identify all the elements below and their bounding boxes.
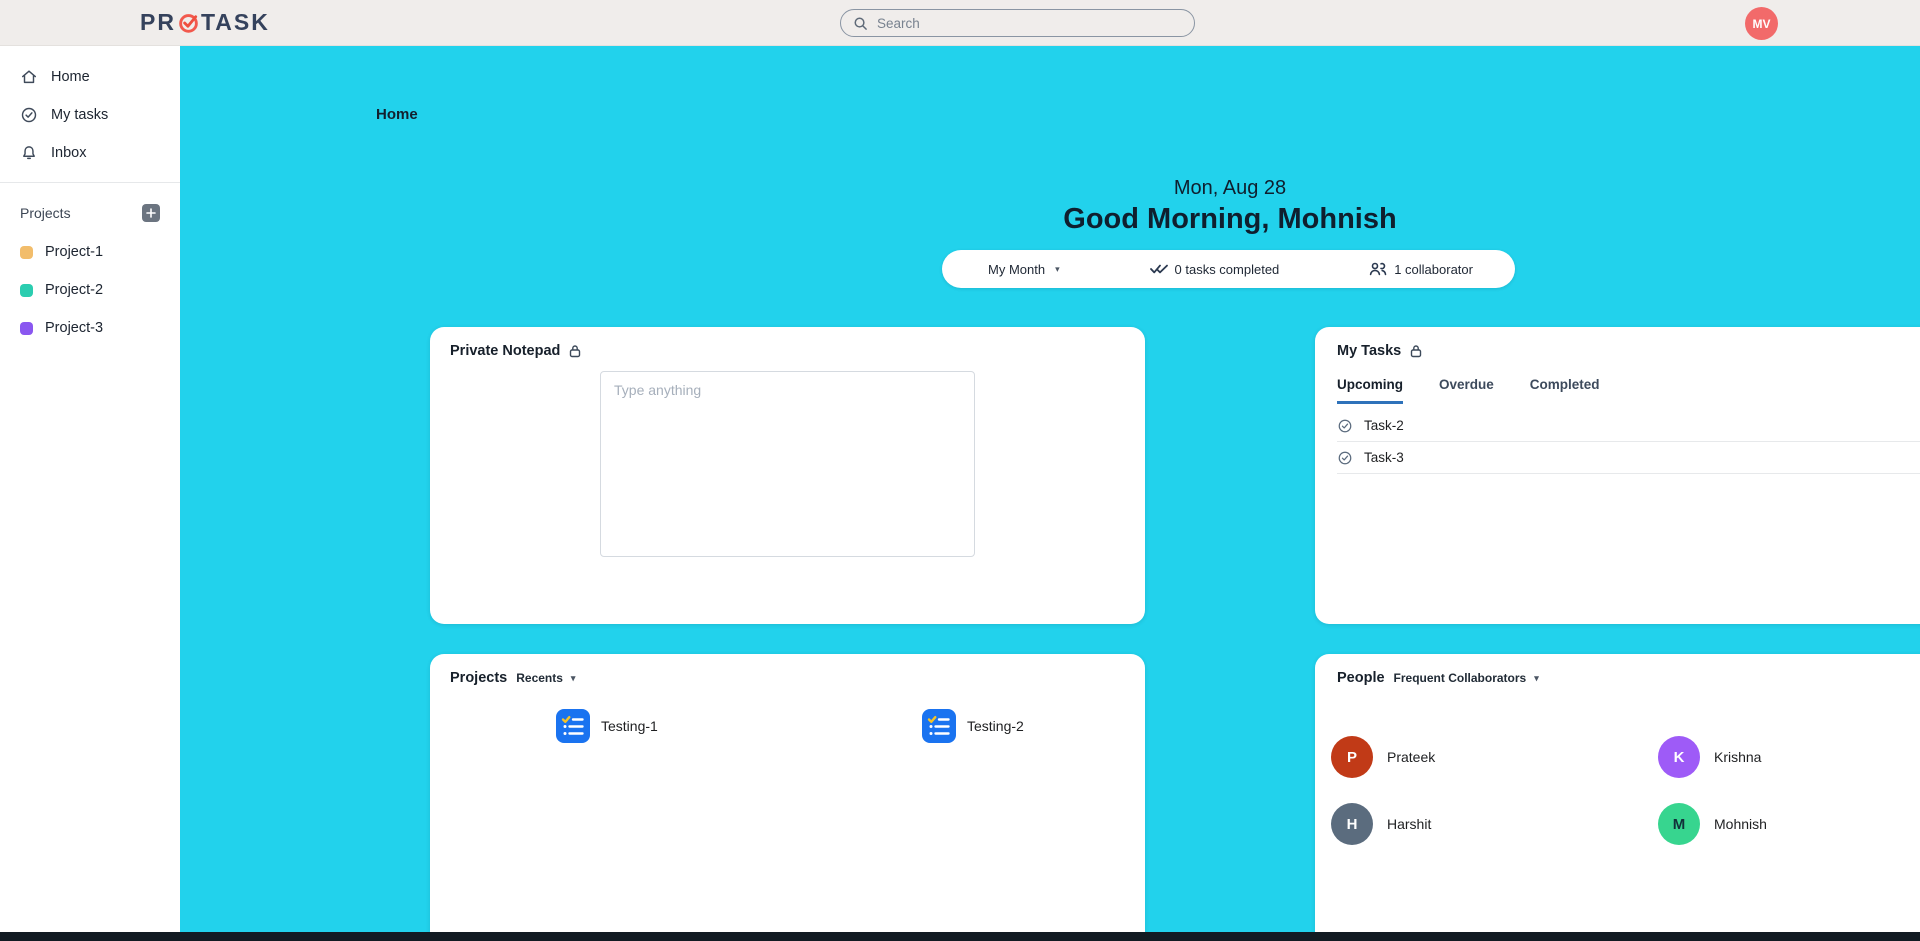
- chevron-down-icon: ▾: [571, 673, 576, 684]
- search-icon: [853, 16, 868, 31]
- sidebar-item-project-1[interactable]: Project-1: [0, 233, 180, 271]
- topbar: PR TASK MV: [0, 0, 1920, 46]
- sidebar-item-my-tasks[interactable]: My tasks: [0, 96, 180, 134]
- period-dropdown[interactable]: My Month ▾: [988, 262, 1060, 277]
- private-notepad-card: Private Notepad: [430, 327, 1145, 624]
- person-avatar: H: [1331, 803, 1373, 845]
- logo-text-post: TASK: [201, 9, 270, 36]
- lock-icon: [1410, 344, 1422, 358]
- home-icon: [20, 68, 38, 86]
- lock-icon: [569, 344, 581, 358]
- people-filter-dropdown[interactable]: Frequent Collaborators ▾: [1394, 671, 1539, 685]
- logo-text-pre: PR: [140, 9, 176, 36]
- person-name: Prateek: [1387, 749, 1435, 765]
- project-color-swatch: [20, 284, 33, 297]
- sidebar: Home My tasks Inbox Projects Project-1 P…: [0, 46, 180, 932]
- status-pill: My Month ▾ 0 tasks completed 1 collabora…: [942, 250, 1515, 288]
- person-name: Harshit: [1387, 816, 1431, 832]
- collaborators-label: 1 collaborator: [1394, 262, 1473, 277]
- chevron-down-icon: ▾: [1534, 673, 1539, 684]
- projects-filter-dropdown[interactable]: Recents ▾: [516, 671, 575, 685]
- add-project-button[interactable]: [142, 204, 160, 222]
- projects-filter-label: Recents: [516, 671, 563, 685]
- project-color-swatch: [20, 322, 33, 335]
- tab-upcoming[interactable]: Upcoming: [1337, 377, 1403, 404]
- sidebar-item-home[interactable]: Home: [0, 58, 180, 96]
- person-prateek[interactable]: P Prateek: [1331, 736, 1435, 778]
- project-tile-testing-1[interactable]: Testing-1: [556, 709, 658, 743]
- person-avatar: P: [1331, 736, 1373, 778]
- my-tasks-card: My Tasks Upcoming Overdue Completed Task…: [1315, 327, 1920, 624]
- person-name: Mohnish: [1714, 816, 1767, 832]
- period-label: My Month: [988, 262, 1045, 277]
- plus-icon: [146, 208, 156, 218]
- project-tile-label: Testing-1: [601, 718, 658, 734]
- my-tasks-tabs: Upcoming Overdue Completed: [1337, 377, 1920, 404]
- project-tile-label: Testing-2: [967, 718, 1024, 734]
- project-label: Project-1: [45, 244, 103, 260]
- person-krishna[interactable]: K Krishna: [1658, 736, 1761, 778]
- task-check-circle-icon: [1337, 418, 1353, 434]
- tab-overdue[interactable]: Overdue: [1439, 377, 1494, 404]
- project-list-icon: [556, 709, 590, 743]
- home-canvas: Home Customize Mon, Aug 28 Good Morning,…: [180, 46, 1920, 932]
- date-heading: Mon, Aug 28: [360, 177, 1920, 200]
- collaborators-icon: [1369, 262, 1387, 276]
- logo-check-circle-icon: [177, 11, 200, 34]
- greeting-heading: Good Morning, Mohnish: [360, 203, 1920, 236]
- double-check-icon: [1150, 263, 1168, 275]
- sidebar-item-label: My tasks: [51, 107, 108, 123]
- projects-header-label: Projects: [20, 205, 71, 221]
- sidebar-item-inbox[interactable]: Inbox: [0, 134, 180, 172]
- task-list: Task-2 Task-3: [1337, 410, 1920, 474]
- projects-widget-title: Projects: [450, 670, 507, 686]
- tasks-completed-stat[interactable]: 0 tasks completed: [1150, 262, 1280, 277]
- project-tile-testing-2[interactable]: Testing-2: [922, 709, 1024, 743]
- person-mohnish[interactable]: M Mohnish: [1658, 803, 1767, 845]
- collaborators-stat[interactable]: 1 collaborator: [1369, 262, 1473, 277]
- task-row[interactable]: Task-2: [1337, 410, 1920, 442]
- sidebar-projects-header: Projects: [0, 193, 180, 233]
- sidebar-divider: [0, 182, 180, 183]
- my-tasks-title: My Tasks: [1337, 343, 1401, 359]
- window-bottom-edge: [0, 932, 1920, 941]
- user-avatar[interactable]: MV: [1745, 7, 1778, 40]
- project-label: Project-2: [45, 282, 103, 298]
- sidebar-item-label: Home: [51, 69, 90, 85]
- search-input[interactable]: [877, 16, 1182, 31]
- projects-card: Projects Recents ▾ Testing-1: [430, 654, 1145, 941]
- search-bar[interactable]: [840, 9, 1195, 37]
- notepad-textarea[interactable]: [600, 371, 975, 557]
- people-widget-title: People: [1337, 670, 1385, 686]
- task-label: Task-2: [1364, 418, 1404, 433]
- project-list-icon: [922, 709, 956, 743]
- app-logo[interactable]: PR TASK: [140, 9, 270, 36]
- task-row[interactable]: Task-3: [1337, 442, 1920, 474]
- notepad-title: Private Notepad: [450, 343, 560, 359]
- sidebar-item-project-3[interactable]: Project-3: [0, 309, 180, 347]
- person-avatar: M: [1658, 803, 1700, 845]
- project-label: Project-3: [45, 320, 103, 336]
- person-name: Krishna: [1714, 749, 1761, 765]
- chevron-down-icon: ▾: [1055, 264, 1060, 275]
- project-color-swatch: [20, 246, 33, 259]
- person-avatar: K: [1658, 736, 1700, 778]
- people-filter-label: Frequent Collaborators: [1394, 671, 1527, 685]
- check-circle-icon: [20, 106, 38, 124]
- tab-completed[interactable]: Completed: [1530, 377, 1600, 404]
- task-label: Task-3: [1364, 450, 1404, 465]
- sidebar-item-project-2[interactable]: Project-2: [0, 271, 180, 309]
- bell-icon: [20, 144, 38, 162]
- breadcrumb: Home: [376, 106, 418, 123]
- sidebar-item-label: Inbox: [51, 145, 86, 161]
- people-card: People Frequent Collaborators ▾ P Pratee…: [1315, 654, 1920, 941]
- tasks-completed-label: 0 tasks completed: [1175, 262, 1280, 277]
- person-harshit[interactable]: H Harshit: [1331, 803, 1431, 845]
- task-check-circle-icon: [1337, 450, 1353, 466]
